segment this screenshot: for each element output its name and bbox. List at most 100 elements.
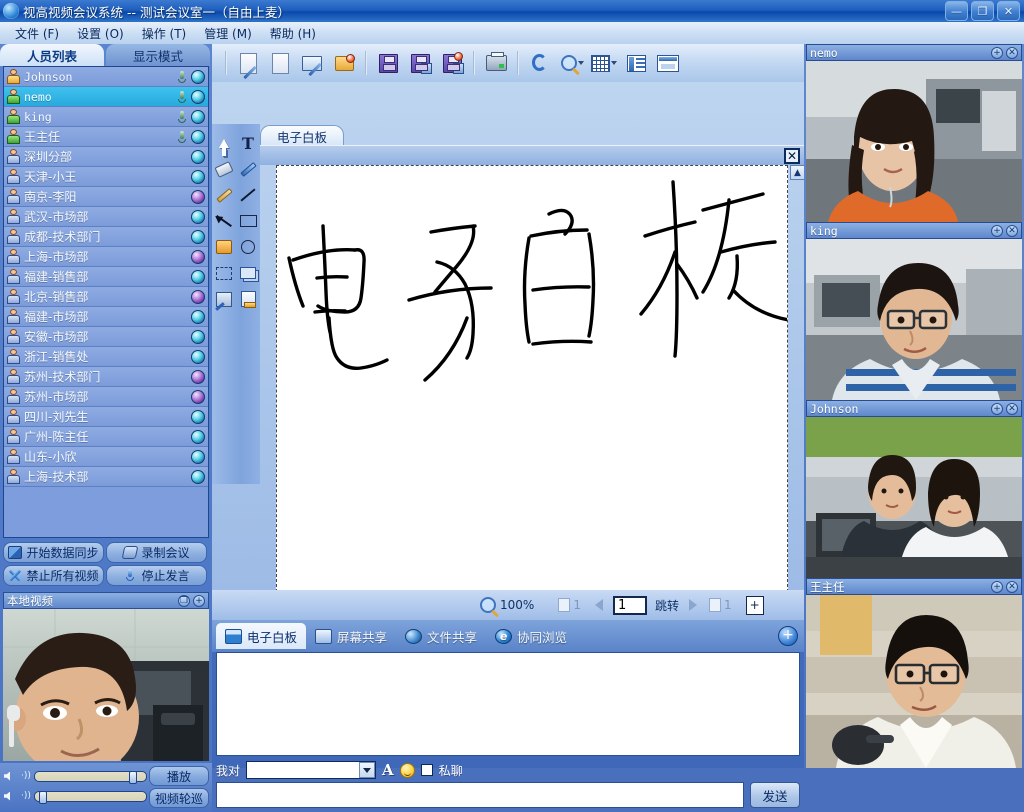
camera-icon[interactable] [191,189,205,204]
mic-volume-slider[interactable] [33,790,147,804]
new-whiteboard-icon[interactable] [233,49,263,79]
video-close-button[interactable]: ✕ [1006,46,1018,59]
local-video-feed[interactable] [3,609,209,761]
participant-row[interactable]: king [4,107,208,127]
participant-row[interactable]: nemo [4,87,208,107]
speaker-volume-slider[interactable] [33,770,147,784]
play-button[interactable]: 播放 [149,766,209,786]
marker-tool[interactable] [236,156,260,182]
microphone-icon[interactable] [175,110,189,124]
participant-row[interactable]: 浙江-销售处 [4,347,208,367]
tab-participant-list[interactable]: 人员列表 [0,44,104,66]
participant-row[interactable]: 苏州-市场部 [4,387,208,407]
arrow-tool[interactable] [212,208,236,234]
pointer-hand-tool[interactable] [212,234,236,260]
text-tool[interactable]: T [236,130,260,156]
video-expand-button[interactable]: + [991,224,1003,237]
save-icon[interactable] [373,49,403,77]
add-tab-button[interactable]: + [778,626,798,646]
camera-icon[interactable] [191,469,205,484]
send-button[interactable]: 发送 [750,782,800,808]
menu-operations[interactable]: 操作 (T) [133,23,196,44]
participant-row[interactable]: 山东-小欣 [4,447,208,467]
camera-icon[interactable] [191,109,205,124]
rectangle-tool[interactable] [236,208,260,234]
minimize-button[interactable]: — [945,1,968,21]
video-close-button[interactable]: ✕ [1006,402,1018,415]
camera-icon[interactable] [191,229,205,244]
participant-row[interactable]: 广州-陈主任 [4,427,208,447]
screen-capture-icon[interactable] [297,49,327,77]
chat-input[interactable] [216,782,744,808]
list-view-icon[interactable] [621,49,651,77]
copy-tool[interactable] [236,260,260,286]
page-number-input[interactable]: 1 [612,595,647,615]
camera-icon[interactable] [191,449,205,464]
camera-icon[interactable] [191,309,205,324]
video-patrol-button[interactable]: 视频轮巡 [149,788,209,808]
video-feed-king[interactable] [806,239,1022,400]
menu-settings[interactable]: 设置 (O) [68,23,133,44]
microphone-icon[interactable] [175,130,189,144]
microphone-icon[interactable] [175,90,189,104]
camera-icon[interactable] [191,329,205,344]
chevron-down-icon[interactable] [359,762,376,778]
speaker-volume-row[interactable]: ·)) [2,766,147,786]
previous-page-button[interactable] [594,599,603,611]
participant-row[interactable]: 天津-小王 [4,167,208,187]
camera-icon[interactable] [191,349,205,364]
video-feed-wangzhuren[interactable] [806,595,1022,768]
start-data-sync-button[interactable]: 开始数据同步 [3,542,104,563]
add-page-button[interactable]: + [745,595,764,615]
menu-manage[interactable]: 管理 (M) [195,23,261,44]
participant-row[interactable]: 福建-销售部 [4,267,208,287]
chat-target-select[interactable] [246,761,377,779]
camera-icon[interactable] [191,269,205,284]
participant-row[interactable]: 武汉-市场部 [4,207,208,227]
whiteboard-canvas[interactable] [276,165,788,602]
participant-row[interactable]: 深圳分部 [4,147,208,167]
paste-tool[interactable] [236,286,260,312]
microphone-icon[interactable] [175,70,189,84]
participant-row[interactable]: 上海-市场部 [4,247,208,267]
zoom-icon[interactable] [557,49,587,77]
participant-row[interactable]: 四川-刘先生 [4,407,208,427]
save-as-icon[interactable] [405,49,435,77]
menu-file[interactable]: 文件 (F) [6,23,68,44]
menu-help[interactable]: 帮助 (H) [261,23,325,44]
ellipse-tool[interactable] [236,234,260,260]
tab-whiteboard[interactable]: 电子白板 [216,623,307,649]
smiley-icon[interactable] [399,762,415,778]
pencil-tool[interactable] [212,182,236,208]
tab-screen-share[interactable]: 屏幕共享 [306,623,396,649]
font-button[interactable]: A [382,761,394,779]
camera-icon[interactable] [191,149,205,164]
eraser-tool[interactable] [212,156,236,182]
camera-icon[interactable] [191,429,205,444]
whiteboard-tab[interactable]: 电子白板 [260,125,345,146]
print-icon[interactable] [481,49,511,77]
restore-button[interactable]: ❐ [971,1,994,21]
participant-row[interactable]: 王主任 [4,127,208,147]
participant-row[interactable]: 南京-李阳 [4,187,208,207]
jump-button[interactable]: 跳转 [655,597,679,614]
tab-display-mode[interactable]: 显示模式 [106,44,210,66]
camera-icon[interactable] [191,169,205,184]
save-all-icon[interactable] [437,49,467,77]
participant-row[interactable]: 福建-市场部 [4,307,208,327]
camera-icon[interactable] [191,389,205,404]
participant-row[interactable]: 北京-销售部 [4,287,208,307]
video-expand-button[interactable]: + [991,580,1003,593]
camera-icon[interactable] [191,209,205,224]
tab-collaborative-browse[interactable]: e 协同浏览 [486,623,576,649]
camera-icon[interactable] [191,69,205,84]
private-chat-checkbox[interactable] [420,764,433,776]
video-close-button[interactable]: ✕ [1006,224,1018,237]
camera-icon[interactable] [191,409,205,424]
line-tool[interactable] [236,182,260,208]
participant-row[interactable]: 苏州-技术部门 [4,367,208,387]
camera-icon[interactable] [191,89,205,104]
local-video-expand-button[interactable]: + [193,594,205,607]
video-expand-button[interactable]: + [991,46,1003,59]
record-meeting-button[interactable]: 录制会议 [106,542,207,563]
